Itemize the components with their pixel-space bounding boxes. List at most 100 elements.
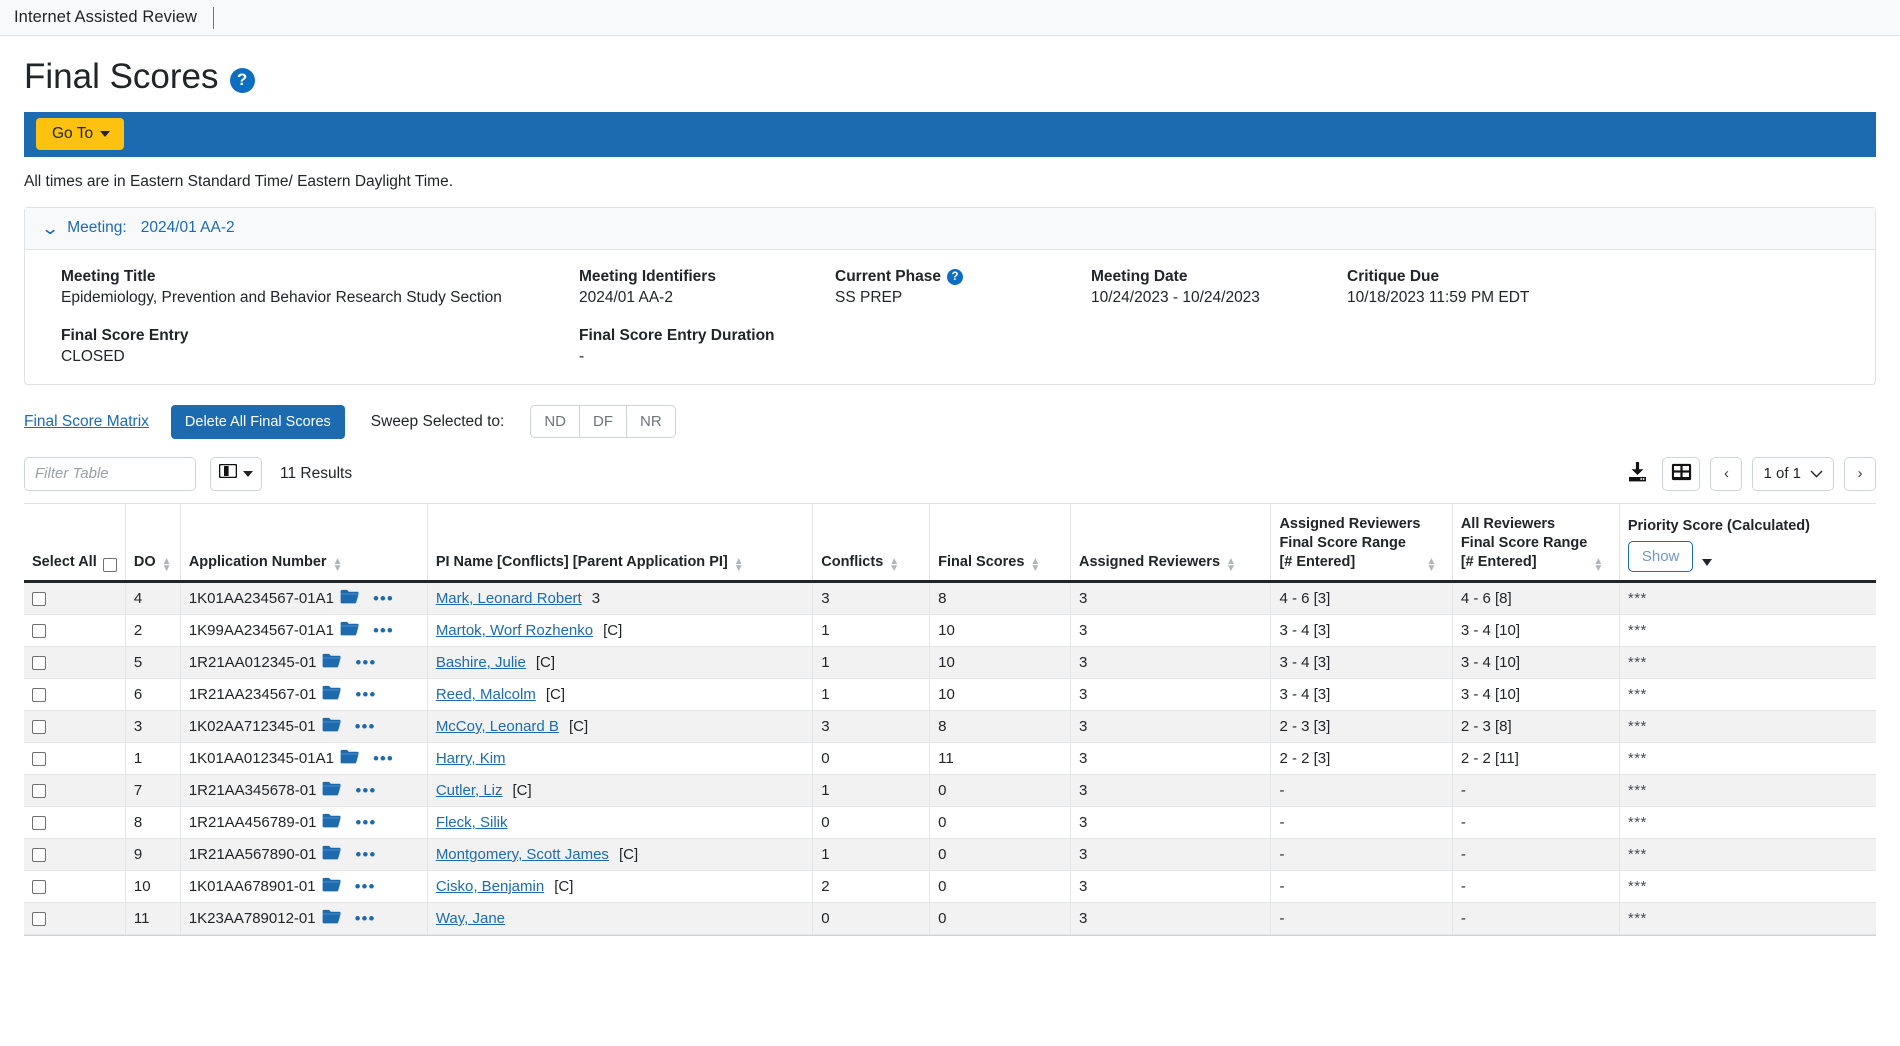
help-circle-icon[interactable]: ? [946,268,963,285]
sweep-df-button[interactable]: DF [580,405,628,438]
pi-name-link[interactable]: Mark, Leonard Robert [436,590,582,607]
results-count: 11 Results [280,464,353,482]
row-actions-menu-icon[interactable]: ••• [355,814,376,831]
folder-icon[interactable] [340,621,359,640]
chevron-down-icon [100,131,111,137]
row-checkbox[interactable] [32,848,46,863]
row-checkbox[interactable] [32,656,46,671]
header-priority-score: Priority Score (Calculated) Show [1618,503,1876,583]
sweep-nd-button[interactable]: ND [530,405,581,438]
page-selector[interactable]: 1 of 1 [1752,456,1834,491]
pi-name-link[interactable]: Cutler, Liz [436,782,503,799]
cell-select [24,614,126,647]
pi-name-link[interactable]: Fleck, Silik [436,814,508,831]
filter-table-input[interactable] [24,456,196,491]
pi-name-link[interactable]: McCoy, Leonard B [436,718,559,735]
delete-all-final-scores-button[interactable]: Delete All Final Scores [170,404,345,439]
cell-assigned-final-score-range: 3 - 4 [3] [1270,646,1453,679]
row-checkbox[interactable] [32,624,46,639]
sort-icon[interactable]: ▲ ▼ [1030,556,1040,573]
row-actions-menu-icon[interactable]: ••• [355,846,376,863]
row-actions-menu-icon[interactable]: ••• [355,654,376,671]
application-number-text: 1R21AA234567-01 [188,686,317,703]
folder-icon[interactable] [322,781,342,800]
sort-icon[interactable]: ▲ ▼ [1426,556,1436,573]
page-title: Final Scores [24,57,219,96]
table-row: 8 1R21AA456789-01 ••• Fleck, Silik 0 0 3- - *** [24,806,1876,839]
folder-icon[interactable] [322,845,342,864]
sort-icon[interactable]: ▲ ▼ [734,556,744,573]
row-checkbox[interactable] [32,784,46,799]
cell-pi-name: Martok, Worf Rozhenko [C] [426,614,813,647]
chevron-down-icon[interactable] [1702,559,1713,566]
row-checkbox[interactable] [32,688,46,703]
row-actions-menu-icon[interactable]: ••• [373,590,394,607]
folder-icon[interactable] [322,813,342,832]
pi-name-link[interactable]: Reed, Malcolm [436,686,536,703]
row-actions-menu-icon[interactable]: ••• [355,782,376,799]
pi-name-link[interactable]: Montgomery, Scott James [436,846,609,863]
cell-application-number: 1K02AA712345-01 ••• [179,710,428,743]
cell-assigned-reviewers: 3 [1069,806,1271,839]
select-all-checkbox[interactable] [102,558,117,572]
application-number-text: 1R21AA567890-01 [188,846,317,863]
application-number-text: 1K02AA712345-01 [188,718,316,735]
cell-pi-name: Harry, Kim [426,742,813,775]
cell-priority-score: *** [1618,710,1876,743]
final-score-matrix-link[interactable]: Final Score Matrix [24,413,149,431]
next-page-button[interactable]: › [1844,456,1876,491]
pi-name-link[interactable]: Martok, Worf Rozhenko [436,622,593,639]
row-actions-menu-icon[interactable]: ••• [373,622,394,639]
column-chooser-button[interactable] [210,456,262,491]
meeting-panel-header[interactable]: ⌄ Meeting: 2024/01 AA-2 [25,207,1875,250]
show-priority-score-button[interactable]: Show [1627,541,1694,572]
sort-icon[interactable]: ▲ ▼ [1593,556,1603,573]
sort-icon[interactable]: ▲ ▼ [1226,556,1236,573]
row-checkbox[interactable] [32,592,46,607]
row-checkbox[interactable] [32,816,46,831]
folder-icon[interactable] [340,589,359,608]
folder-icon[interactable] [322,877,341,896]
row-actions-menu-icon[interactable]: ••• [355,910,376,927]
sort-icon[interactable]: ▲ ▼ [333,556,343,573]
folder-icon[interactable] [322,717,341,736]
row-checkbox[interactable] [32,720,46,735]
row-actions-menu-icon[interactable]: ••• [355,686,376,703]
previous-page-button[interactable]: ‹ [1710,456,1743,491]
go-to-button[interactable]: Go To [36,118,125,150]
folder-icon[interactable] [340,749,359,768]
cell-priority-score: *** [1618,838,1876,871]
field-value: Epidemiology, Prevention and Behavior Re… [61,288,502,306]
sweep-nr-button[interactable]: NR [627,405,676,438]
folder-icon[interactable] [322,909,341,928]
folder-icon[interactable] [322,685,342,704]
sort-icon[interactable]: ▲ ▼ [889,556,899,573]
row-checkbox[interactable] [32,752,46,767]
cell-application-number: 1R21AA234567-01 ••• [179,678,428,711]
cell-assigned-reviewers: 3 [1069,614,1271,647]
pi-name-link[interactable]: Harry, Kim [436,750,506,767]
row-actions-menu-icon[interactable]: ••• [373,750,394,767]
field-meeting-date: Meeting Date 10/24/2023 - 10/24/2023 [1091,268,1347,307]
row-actions-menu-icon[interactable]: ••• [355,878,376,895]
cell-assigned-final-score-range: 4 - 6 [3] [1270,581,1453,615]
cell-pi-name: Cutler, Liz [C] [426,774,813,807]
cell-pi-name: Reed, Malcolm [C] [426,678,813,711]
cell-assigned-reviewers: 3 [1069,710,1271,743]
grid-view-button[interactable] [1662,456,1701,491]
row-actions-menu-icon[interactable]: ••• [355,718,376,735]
field-label: Current Phase ? [835,268,1091,286]
row-checkbox[interactable] [32,912,46,927]
pi-name-link[interactable]: Way, Jane [436,910,505,927]
sort-icon[interactable]: ▲ ▼ [162,556,172,573]
cell-select [24,742,126,775]
cell-do: 5 [124,646,181,679]
cell-assigned-reviewers: 3 [1069,838,1271,871]
pi-name-link[interactable]: Bashire, Julie [436,654,526,671]
pi-name-link[interactable]: Cisko, Benjamin [436,878,544,895]
help-circle-icon[interactable]: ? [229,67,255,93]
download-button[interactable] [1623,458,1652,489]
folder-icon[interactable] [322,653,342,672]
row-checkbox[interactable] [32,880,46,895]
header-line-3: [# Entered] [1460,553,1537,570]
